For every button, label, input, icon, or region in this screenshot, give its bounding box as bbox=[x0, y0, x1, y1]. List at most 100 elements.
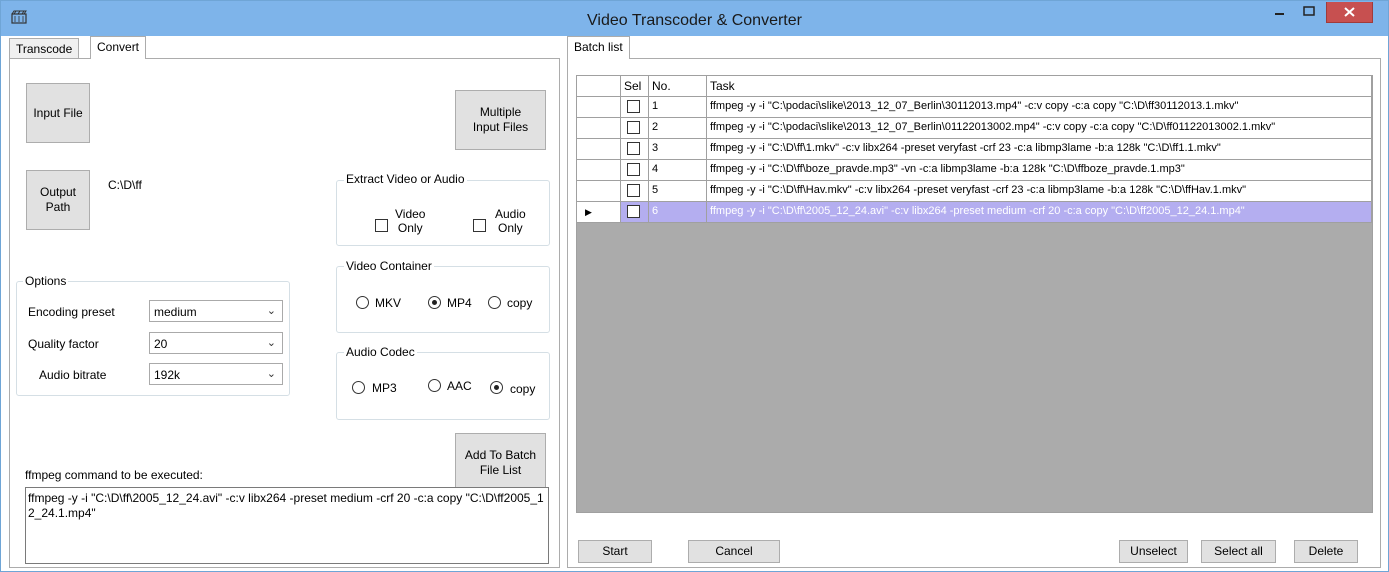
row-task: ffmpeg -y -i "C:\D\ff\2005_12_24.avi" -c… bbox=[707, 202, 1372, 223]
header-sel[interactable]: Sel bbox=[621, 76, 649, 97]
start-button[interactable]: Start bbox=[578, 540, 652, 563]
app-window: Video Transcoder & Converter Transcode C… bbox=[0, 0, 1389, 572]
copy-codec-label: copy bbox=[510, 382, 536, 396]
chevron-down-icon: ⌄ bbox=[266, 305, 276, 317]
mp3-label: MP3 bbox=[372, 381, 397, 395]
row-selector[interactable] bbox=[577, 139, 621, 160]
row-sel-cell bbox=[621, 181, 649, 202]
tab-convert[interactable]: Convert bbox=[90, 36, 147, 59]
audio-bitrate-select[interactable]: 192k ⌄ bbox=[149, 363, 283, 385]
row-select-checkbox[interactable] bbox=[627, 205, 640, 218]
mp4-label: MP4 bbox=[447, 296, 472, 310]
video-only-label: Video Only bbox=[395, 207, 426, 235]
encoding-preset-select[interactable]: medium ⌄ bbox=[149, 300, 283, 322]
maximize-icon bbox=[1303, 6, 1315, 16]
copy-codec-radio[interactable] bbox=[490, 381, 503, 394]
mkv-radio[interactable] bbox=[356, 296, 369, 309]
table-row[interactable]: 5 ffmpeg -y -i "C:\D\ff\Hav.mkv" -c:v lib… bbox=[577, 181, 1372, 202]
chevron-down-icon: ⌄ bbox=[266, 337, 276, 349]
table-row[interactable]: ▶ 6 ffmpeg -y -i "C:\D\ff\2005_12_24.avi" … bbox=[577, 202, 1372, 223]
video-only-checkbox[interactable] bbox=[375, 219, 388, 232]
header-no[interactable]: No. bbox=[649, 76, 707, 97]
tab-batch-list-label: Batch list bbox=[574, 40, 623, 54]
row-select-checkbox[interactable] bbox=[627, 100, 640, 113]
input-file-button[interactable]: Input File bbox=[26, 83, 90, 143]
mp4-radio[interactable] bbox=[428, 296, 441, 309]
delete-button[interactable]: Delete bbox=[1294, 540, 1358, 563]
add-to-batch-label: Add To Batch File List bbox=[464, 447, 537, 477]
cancel-label: Cancel bbox=[715, 544, 753, 558]
audio-only-label: Audio Only bbox=[495, 207, 526, 235]
table-row[interactable]: 3 ffmpeg -y -i "C:\D\ff\1.mkv" -c:v libx2… bbox=[577, 139, 1372, 160]
select-all-button[interactable]: Select all bbox=[1201, 540, 1276, 563]
row-selector[interactable] bbox=[577, 160, 621, 181]
row-selector[interactable] bbox=[577, 118, 621, 139]
add-to-batch-button[interactable]: Add To Batch File List bbox=[455, 433, 546, 492]
row-sel-cell bbox=[621, 118, 649, 139]
command-textbox[interactable]: ffmpeg -y -i "C:\D\ff\2005_12_24.avi" -c… bbox=[25, 487, 549, 564]
row-number: 5 bbox=[649, 181, 707, 202]
aac-radio[interactable] bbox=[428, 379, 441, 392]
chevron-down-icon: ⌄ bbox=[266, 368, 276, 380]
audio-only-checkbox[interactable] bbox=[473, 219, 486, 232]
row-sel-cell bbox=[621, 160, 649, 181]
tab-batch-list[interactable]: Batch list bbox=[567, 36, 630, 59]
header-task[interactable]: Task bbox=[707, 76, 1372, 97]
table-row[interactable]: 1 ffmpeg -y -i "C:\podaci\slike\2013_12_0… bbox=[577, 97, 1372, 118]
title-bar[interactable]: Video Transcoder & Converter bbox=[1, 1, 1388, 36]
delete-label: Delete bbox=[1308, 544, 1344, 558]
row-task: ffmpeg -y -i "C:\podaci\slike\2013_12_07… bbox=[707, 118, 1372, 139]
row-sel-cell bbox=[621, 139, 649, 160]
mp3-radio[interactable] bbox=[352, 381, 365, 394]
close-button[interactable] bbox=[1326, 2, 1373, 23]
row-task: ffmpeg -y -i "C:\podaci\slike\2013_12_07… bbox=[707, 97, 1372, 118]
encoding-preset-label: Encoding preset bbox=[28, 305, 115, 319]
copy-container-radio[interactable] bbox=[488, 296, 501, 309]
batch-grid[interactable]: Sel No. Task 1 ffmpeg -y -i "C:\podaci\slike… bbox=[576, 75, 1373, 513]
close-icon bbox=[1344, 7, 1355, 17]
row-selector[interactable]: ▶ bbox=[577, 202, 621, 223]
output-path-button[interactable]: Output Path bbox=[26, 170, 90, 230]
client-area: Transcode Convert Input File Multiple In… bbox=[1, 36, 1388, 571]
multiple-input-label: Multiple Input Files bbox=[472, 105, 529, 134]
batch-grid-body: Sel No. Task 1 ffmpeg -y -i "C:\podaci\slike… bbox=[577, 76, 1372, 512]
quality-factor-label: Quality factor bbox=[28, 337, 99, 351]
table-row[interactable]: 2 ffmpeg -y -i "C:\podaci\slike\2013_12_0… bbox=[577, 118, 1372, 139]
row-number: 3 bbox=[649, 139, 707, 160]
minimize-button[interactable] bbox=[1266, 2, 1294, 23]
tab-transcode[interactable]: Transcode bbox=[9, 38, 80, 58]
tab-convert-label: Convert bbox=[97, 40, 140, 54]
input-file-label: Input File bbox=[33, 105, 83, 120]
row-number: 2 bbox=[649, 118, 707, 139]
tab-transcode-label: Transcode bbox=[16, 42, 73, 56]
current-row-arrow-icon: ▶ bbox=[585, 207, 592, 217]
start-label: Start bbox=[602, 544, 628, 558]
quality-factor-select[interactable]: 20 ⌄ bbox=[149, 332, 283, 354]
row-task: ffmpeg -y -i "C:\D\ff\1.mkv" -c:v libx26… bbox=[707, 139, 1372, 160]
multiple-input-files-button[interactable]: Multiple Input Files bbox=[455, 90, 546, 150]
row-task: ffmpeg -y -i "C:\D\ff\boze_pravde.mp3" -… bbox=[707, 160, 1372, 181]
row-select-checkbox[interactable] bbox=[627, 163, 640, 176]
row-sel-cell bbox=[621, 202, 649, 223]
grid-header-row: Sel No. Task bbox=[577, 76, 1372, 97]
row-select-checkbox[interactable] bbox=[627, 184, 640, 197]
table-row[interactable]: 4 ffmpeg -y -i "C:\D\ff\boze_pravde.mp3" … bbox=[577, 160, 1372, 181]
command-label: ffmpeg command to be executed: bbox=[25, 468, 203, 482]
quality-factor-value: 20 bbox=[154, 337, 168, 351]
mkv-label: MKV bbox=[375, 296, 402, 310]
row-task: ffmpeg -y -i "C:\D\ff\Hav.mkv" -c:v libx… bbox=[707, 181, 1372, 202]
audio-bitrate-value: 192k bbox=[154, 368, 181, 382]
unselect-button[interactable]: Unselect bbox=[1119, 540, 1188, 563]
cancel-button[interactable]: Cancel bbox=[688, 540, 780, 563]
row-selector[interactable] bbox=[577, 181, 621, 202]
row-selector[interactable] bbox=[577, 97, 621, 118]
row-number: 4 bbox=[649, 160, 707, 181]
row-select-checkbox[interactable] bbox=[627, 142, 640, 155]
row-select-checkbox[interactable] bbox=[627, 121, 640, 134]
encoding-preset-value: medium bbox=[154, 305, 197, 319]
options-title: Options bbox=[23, 274, 69, 288]
extract-group-title: Extract Video or Audio bbox=[344, 172, 467, 186]
copy-container-label: copy bbox=[507, 296, 533, 310]
select-all-label: Select all bbox=[1214, 544, 1263, 558]
maximize-button[interactable] bbox=[1295, 2, 1323, 23]
